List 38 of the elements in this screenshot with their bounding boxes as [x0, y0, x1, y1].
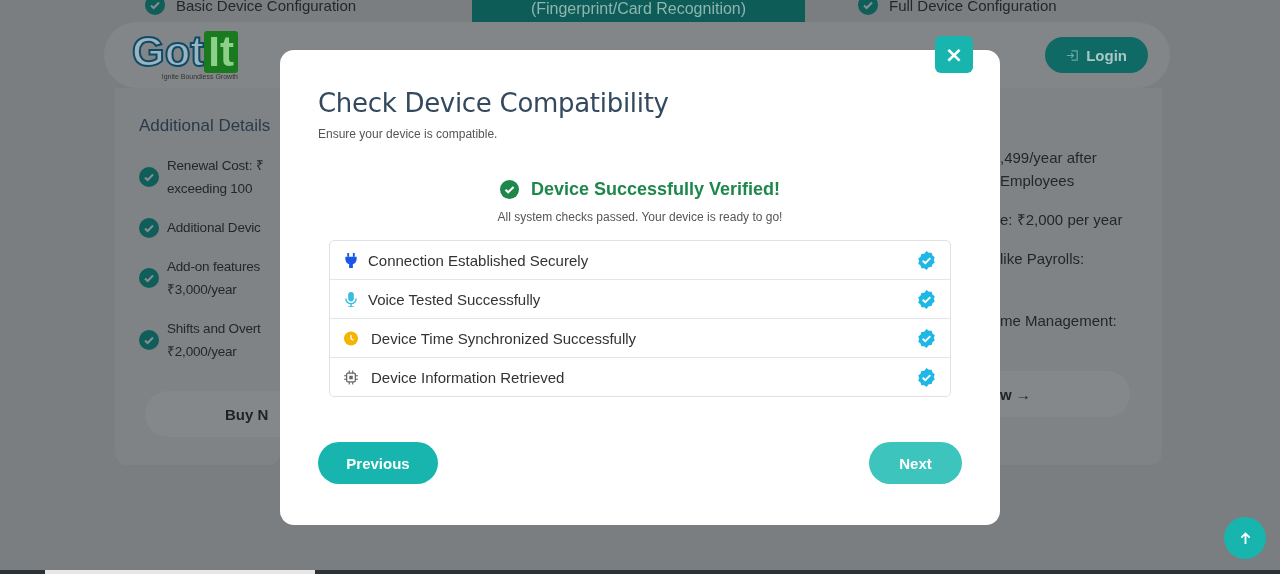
check-label: Connection Established Securely: [368, 251, 590, 269]
login-icon: [1065, 47, 1081, 63]
scroll-to-top-button[interactable]: [1224, 517, 1266, 559]
modal-title: Check Device Compatibility: [318, 88, 670, 118]
check-label: Device Information Retrieved: [371, 368, 566, 386]
arrow-up-icon: [1239, 531, 1251, 545]
feature-text: Add-on features ₹3,000/year: [167, 258, 261, 299]
status-title: Device Successfully Verified!: [530, 179, 781, 200]
feature-text: e: ₹2,000 per year: [1000, 210, 1123, 230]
feature-text: Full Device Configuration: [889, 0, 1057, 14]
chip-icon: [344, 369, 358, 385]
check-label: Device Time Synchronized Successfully: [371, 329, 638, 347]
feature-text: Renewal Cost: ₹ exceeding 100: [167, 157, 264, 198]
feature-text: Basic Device Configuration: [176, 0, 357, 14]
card-heading: Additional Details: [139, 116, 272, 136]
check-circle-icon: [139, 330, 159, 350]
check-circle-icon: [139, 167, 159, 187]
feature-text: me Management:: [1000, 311, 1117, 331]
check-label: Voice Tested Successfully: [368, 290, 542, 308]
feature-banner: (Fingerprint/Card Recognition): [472, 0, 805, 22]
login-button[interactable]: Login: [1045, 37, 1148, 73]
feature-text: Shifts and Overt ₹2,000/year: [167, 320, 261, 361]
modal-subtitle: Ensure your device is compatible.: [318, 127, 499, 141]
plug-icon: [344, 252, 358, 268]
buy-button[interactable]: w →: [1000, 371, 1130, 417]
check-circle-icon: [139, 217, 159, 238]
previous-button[interactable]: Previous: [318, 442, 438, 484]
close-button[interactable]: ×: [935, 36, 973, 73]
check-circle-icon: [499, 180, 519, 199]
buy-button[interactable]: Buy N: [145, 391, 280, 437]
check-circle-icon: [139, 268, 159, 288]
feature-text: Additional Devic: [167, 219, 261, 237]
clock-icon: [344, 330, 358, 346]
feature-text: ,499/year after Employees: [1000, 148, 1097, 191]
status-message: All system checks passed. Your device is ready to go!: [496, 210, 784, 224]
microphone-icon: [344, 291, 358, 307]
next-button[interactable]: Next: [869, 442, 962, 484]
feature-text: like Payrolls:: [1000, 249, 1085, 269]
